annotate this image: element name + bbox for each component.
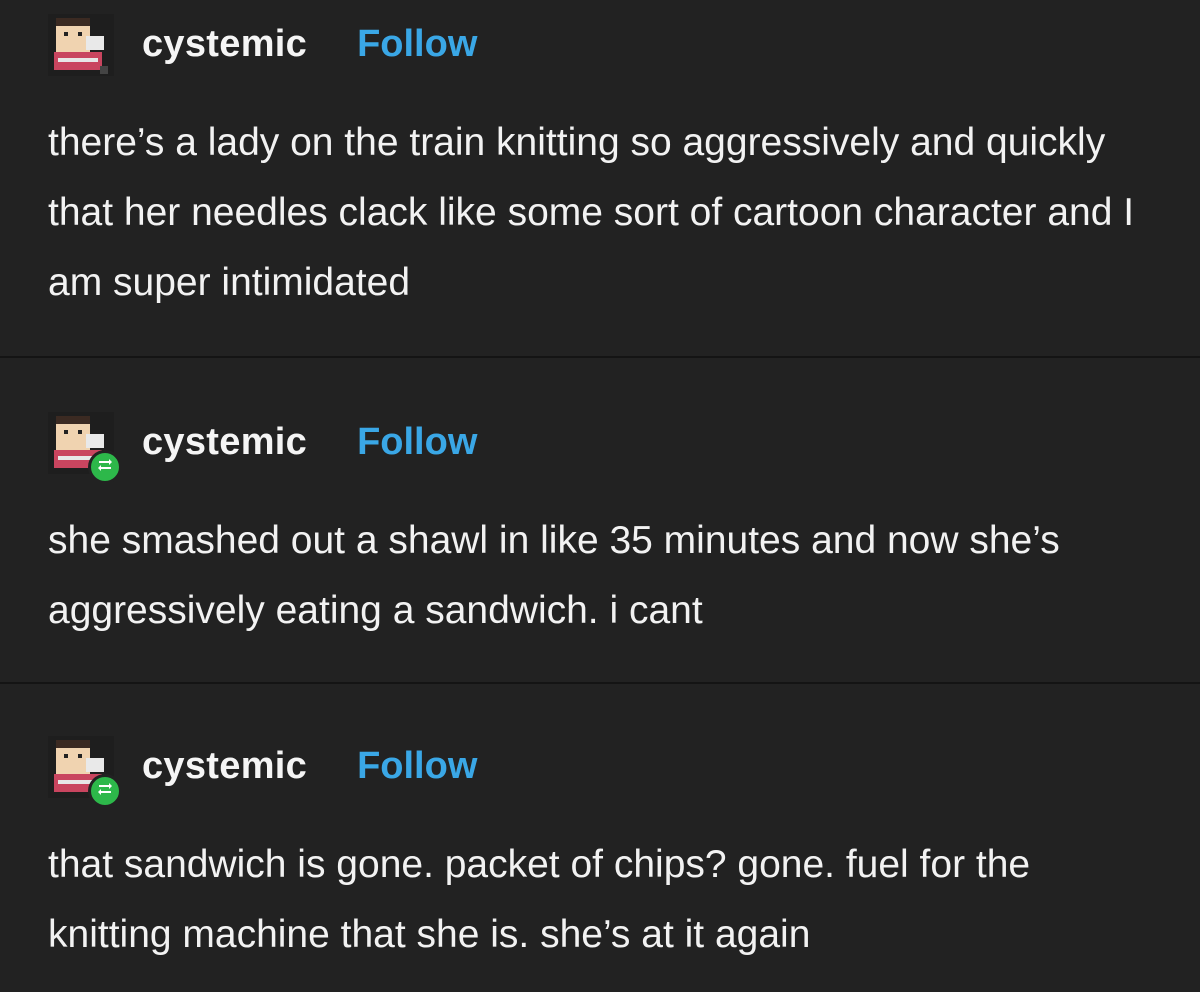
avatar-wrap[interactable]: [48, 10, 116, 78]
post: cystemic Follow that sandwich is gone. p…: [0, 682, 1200, 992]
username[interactable]: cystemic: [142, 23, 307, 66]
post-header: cystemic Follow: [48, 732, 477, 808]
avatar-wrap[interactable]: [48, 732, 122, 808]
follow-button[interactable]: Follow: [357, 421, 477, 464]
username[interactable]: cystemic: [142, 745, 307, 788]
post-header: cystemic Follow: [48, 10, 477, 78]
post-header: cystemic Follow: [48, 408, 477, 484]
follow-button[interactable]: Follow: [357, 23, 477, 66]
username[interactable]: cystemic: [142, 421, 307, 464]
follow-button[interactable]: Follow: [357, 745, 477, 788]
post-text: she smashed out a shawl in like 35 minut…: [48, 519, 1060, 632]
avatar-wrap[interactable]: [48, 408, 122, 484]
avatar[interactable]: [48, 14, 114, 76]
post: cystemic Follow there’s a lady on the tr…: [0, 0, 1200, 356]
post-text: that sandwich is gone. packet of chips? …: [48, 843, 1031, 956]
post-text: there’s a lady on the train knitting so …: [48, 121, 1135, 304]
reblog-badge: [88, 450, 122, 484]
reblog-icon: [96, 456, 114, 479]
post: cystemic Follow she smashed out a shawl …: [0, 356, 1200, 682]
reblog-badge: [88, 774, 122, 808]
reblog-icon: [96, 780, 114, 803]
